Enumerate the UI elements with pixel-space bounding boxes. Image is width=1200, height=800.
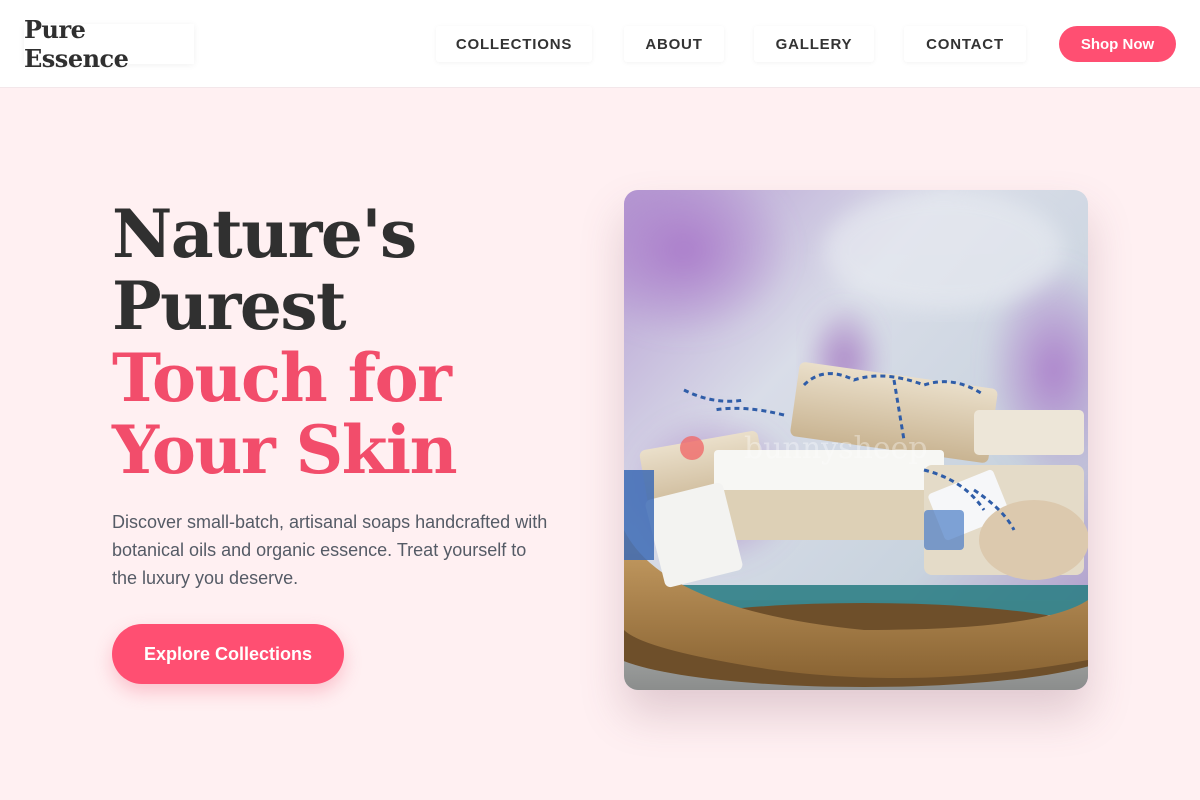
hero-title-line-3: Touch for — [112, 339, 452, 417]
nav-link-collections[interactable]: COLLECTIONS — [436, 26, 592, 62]
nav-link-about[interactable]: ABOUT — [624, 26, 724, 62]
explore-collections-button[interactable]: Explore Collections — [112, 624, 344, 684]
nav-link-contact[interactable]: CONTACT — [904, 26, 1026, 62]
hero-soap-image: bunnysheep — [624, 190, 1088, 690]
hero-description: Discover small-batch, artisanal soaps ha… — [112, 512, 548, 588]
shop-now-button[interactable]: Shop Now — [1059, 26, 1176, 62]
image-watermark: bunnysheep — [744, 431, 928, 466]
hero-title-line-4: Your Skin — [112, 411, 458, 489]
hero-title-line-2: Purest — [112, 267, 347, 345]
hero-title-line-1: Nature's — [112, 195, 417, 273]
soap-bowl-photo: bunnysheep — [624, 190, 1088, 690]
navbar: Pure Essence COLLECTIONS ABOUT GALLERY C… — [0, 0, 1200, 88]
hero-title: Nature's Purest Touch for Your Skin — [112, 198, 582, 486]
logo[interactable]: Pure Essence — [24, 15, 194, 73]
nav-link-gallery[interactable]: GALLERY — [754, 26, 874, 62]
